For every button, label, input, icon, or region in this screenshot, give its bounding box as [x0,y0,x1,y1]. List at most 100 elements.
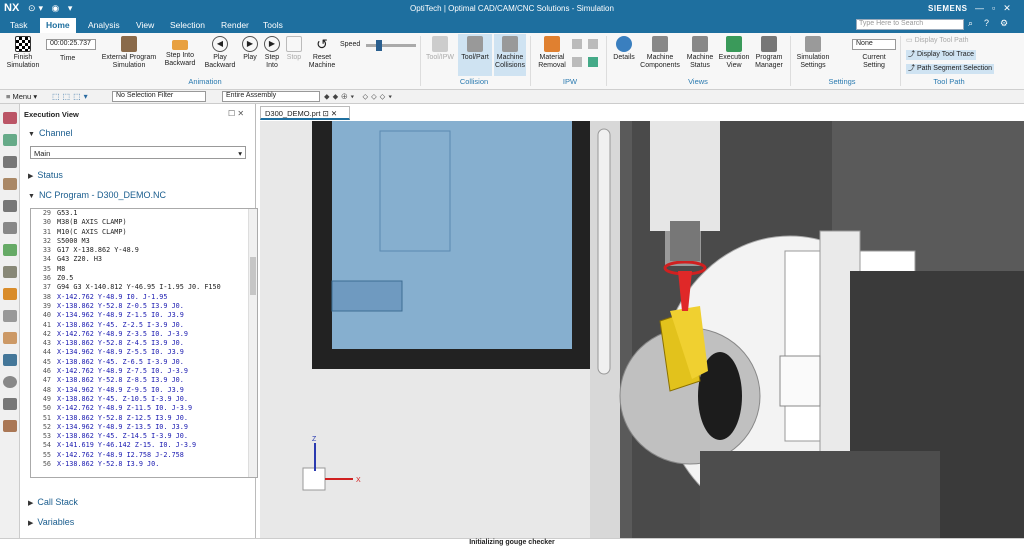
path-segment-selection-toggle[interactable]: ⤴ Path Segment Selection [906,64,995,74]
program-manager-button[interactable]: Program Manager [752,36,786,70]
finish-simulation-button[interactable]: Finish Simulation [4,36,42,70]
ipw-icon-3[interactable] [588,39,598,49]
system-materials-icon[interactable] [3,332,17,344]
panel-controls[interactable]: ☐ ✕ [228,109,244,118]
tab-view[interactable]: View [136,20,154,30]
external-program-simulation-button[interactable]: External Program Simulation [100,36,158,70]
pin-icon[interactable]: ⊡ [323,109,329,118]
play-backward-button[interactable]: ◀ Play Backward [202,36,238,70]
code-line[interactable]: 32 S5000 M3 [31,237,257,246]
palette-icon[interactable] [3,420,17,432]
code-line[interactable]: 42 X-142.762 Y-48.9 Z-3.5 I0. J-3.9 [31,330,257,339]
code-line[interactable]: 29 G53.1 [31,209,257,218]
clock-icon[interactable] [3,376,17,388]
reset-machine-button[interactable]: ↺ Reset Machine [306,36,338,70]
selection-filter-dropdown[interactable]: No Selection Filter [112,91,206,102]
code-line[interactable]: 46 X-142.762 Y-48.9 Z-7.5 I0. J-3.9 [31,367,257,376]
graphics-viewport[interactable]: Z X [260,121,1024,538]
process-icon[interactable] [3,288,17,300]
tool-ipw-button[interactable]: Tool/IPW [424,36,456,62]
code-line[interactable]: 35 M8 [31,265,257,274]
code-line[interactable]: 36 Z0.5 [31,274,257,283]
time-field[interactable]: 00:00:25.737 [46,39,96,50]
channel-dropdown[interactable]: Main ▾ [30,146,246,159]
constraint-navigator-icon[interactable] [3,178,17,190]
tab-tools[interactable]: Tools [263,20,283,30]
code-line[interactable]: 44 X-134.962 Y-48.9 Z-5.5 I0. J3.9 [31,348,257,357]
setting-dropdown[interactable]: None [852,39,896,50]
code-line[interactable]: 52 X-134.962 Y-48.9 Z-13.5 I0. J3.9 [31,423,257,432]
machine-collisions-button[interactable]: Machine Collisions [494,34,526,76]
variables-section[interactable]: ▶ Variables [28,517,74,527]
settings-icon[interactable] [3,112,17,124]
code-line[interactable]: 33 G17 X-138.862 Y-48.9 [31,246,257,255]
code-line[interactable]: 51 X-138.862 Y-52.8 Z-12.5 I3.9 J0. [31,414,257,423]
play-button[interactable]: ▶ Play [240,36,260,62]
call-stack-section[interactable]: ▶ Call Stack [28,497,78,507]
display-tool-trace-toggle[interactable]: ⤴ Display Tool Trace [906,50,977,60]
code-line[interactable]: 30 M38(B AXIS CLAMP) [31,218,257,227]
window-controls[interactable]: —▫✕ [975,3,1019,14]
material-removal-button[interactable]: Material Removal [534,36,570,70]
part-file-tab[interactable]: D300_DEMO.prt ⊡ ✕ [260,106,350,120]
step-into-backward-button[interactable]: Step Into Backward [160,36,200,68]
code-line[interactable]: 54 X-141.619 Y-46.142 Z-15. I0. J-3.9 [31,441,257,450]
machine-tool-navigator-icon[interactable] [3,266,17,278]
code-line[interactable]: 34 G43 Z20. H3 [31,255,257,264]
speed-slider-handle[interactable] [376,40,382,51]
code-line[interactable]: 38 X-142.762 Y-48.9 I0. J-1.95 [31,293,257,302]
roles-icon[interactable] [3,310,17,322]
ipw-icon-1[interactable] [572,39,582,49]
close-icon[interactable]: ✕ [331,109,337,118]
machine-components-button[interactable]: Machine Components [638,36,682,70]
nc-program-listing[interactable]: 29 G53.1 30 M38(B AXIS CLAMP) 31 M10(C AXIS C… [30,208,258,478]
code-line[interactable]: 50 X-142.762 Y-48.9 Z-11.5 I0. J-3.9 [31,404,257,413]
code-line[interactable]: 48 X-134.962 Y-48.9 Z-9.5 I0. J3.9 [31,386,257,395]
search-input[interactable]: Type Here to Search [856,19,964,30]
help-icon[interactable]: ? [984,18,989,28]
tool-library-icon[interactable] [3,398,17,410]
code-line[interactable]: 45 X-138.862 Y-45. Z-6.5 I-3.9 J0. [31,358,257,367]
stop-button[interactable]: Stop [284,36,304,62]
code-line[interactable]: 40 X-134.962 Y-48.9 Z-1.5 I0. J3.9 [31,311,257,320]
current-setting-label[interactable]: Current Setting [856,54,892,70]
selection-icons[interactable]: ⬚⬚⬚▾ [52,92,91,101]
machine-status-button[interactable]: Machine Status [684,36,716,70]
display-tool-path-toggle[interactable]: ▭ Display Tool Path [906,37,969,45]
snap-icons[interactable]: ⬥⬥⊕▾ ⬦⬦⬦▾ [324,92,395,102]
tab-home[interactable]: Home [40,18,76,33]
code-line[interactable]: 53 X-138.862 Y-45. Z-14.5 I-3.9 J0. [31,432,257,441]
tab-task[interactable]: Task [10,20,27,30]
web-browser-icon[interactable] [3,354,17,366]
part-navigator-icon[interactable] [3,134,17,146]
code-line[interactable]: 37 G94 G3 X-140.812 Y-46.95 I-1.95 J0. F1… [31,283,257,292]
nc-program-section[interactable]: ▼ NC Program - D300_DEMO.NC [28,190,166,200]
tool-part-button[interactable]: Tool/Part [458,34,492,76]
step-into-button[interactable]: ▶ Step Into [262,36,282,70]
ipw-icon-2[interactable] [572,57,582,67]
search-icon[interactable]: ⌕ [968,18,973,29]
operation-navigator-icon[interactable] [3,244,17,256]
reuse-library-icon[interactable] [3,200,17,212]
code-line[interactable]: 56 X-138.862 Y-52.8 I3.9 J0. [31,460,257,469]
code-scrollbar[interactable] [248,209,257,477]
assembly-navigator-icon[interactable] [3,156,17,168]
ipw-icon-4[interactable] [588,57,598,67]
execution-view-button[interactable]: Execution View [718,36,750,70]
history-icon[interactable] [3,222,17,234]
simulation-settings-button[interactable]: Simulation Settings [794,36,832,70]
scrollbar-thumb[interactable] [250,257,256,295]
code-line[interactable]: 47 X-138.862 Y-52.8 Z-8.5 I3.9 J0. [31,376,257,385]
code-line[interactable]: 31 M10(C AXIS CLAMP) [31,228,257,237]
menu-button[interactable]: ≡ Menu ▾ [6,92,37,101]
code-line[interactable]: 49 X-138.862 Y-45. Z-10.5 I-3.9 J0. [31,395,257,404]
settings-icon[interactable]: ⚙ [1000,18,1008,29]
tab-analysis[interactable]: Analysis [88,20,120,30]
code-line[interactable]: 43 X-138.862 Y-52.8 Z-4.5 I3.9 J0. [31,339,257,348]
code-line[interactable]: 41 X-138.862 Y-45. Z-2.5 I-3.9 J0. [31,321,257,330]
assembly-scope-dropdown[interactable]: Entire Assembly [222,91,320,102]
speed-slider[interactable] [366,44,416,47]
status-section[interactable]: ▶ Status [28,170,63,180]
tab-render[interactable]: Render [221,20,249,30]
tab-selection[interactable]: Selection [170,20,205,30]
